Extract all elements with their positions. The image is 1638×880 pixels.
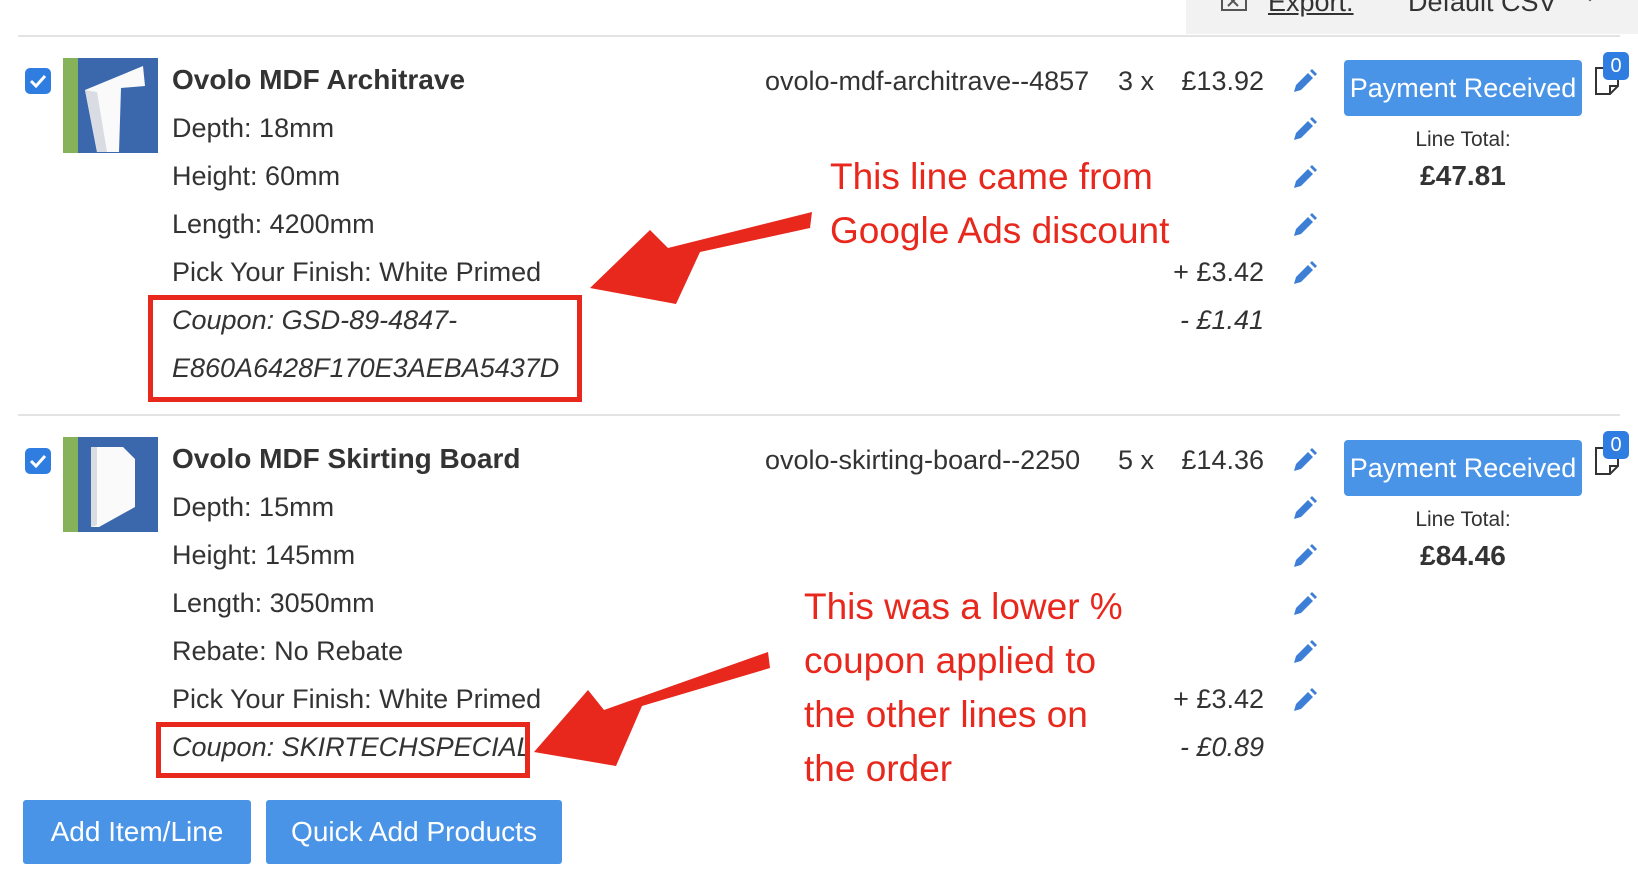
add-item-button[interactable]: Add Item/Line	[23, 800, 251, 864]
annotation-arrow	[590, 212, 812, 304]
quick-add-products-button[interactable]: Quick Add Products	[266, 800, 562, 864]
annotation-arrows	[534, 212, 812, 766]
annotation-arrow	[534, 652, 770, 766]
